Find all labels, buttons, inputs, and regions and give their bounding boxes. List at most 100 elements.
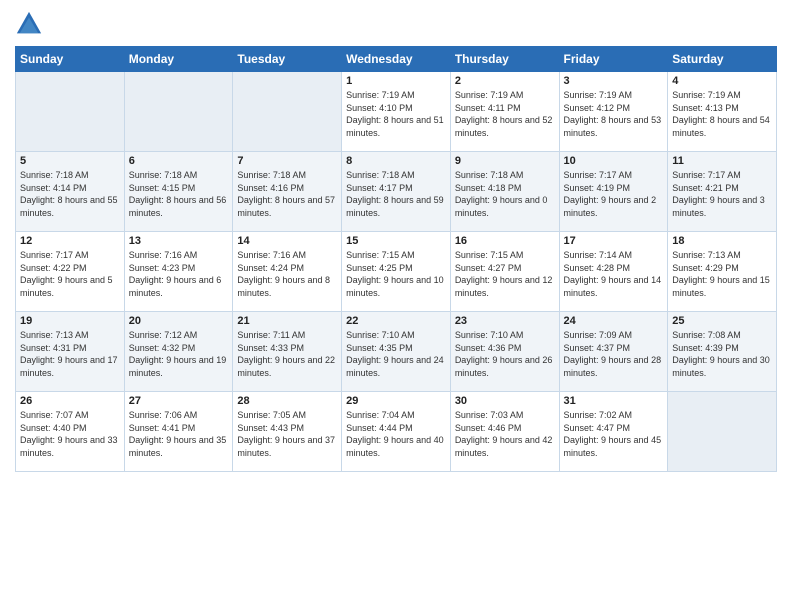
day-number: 2 xyxy=(455,75,555,87)
day-number: 1 xyxy=(346,75,446,87)
calendar-cell: 19 Sunrise: 7:13 AM Sunset: 4:31 PM Dayli… xyxy=(16,312,125,392)
day-number: 15 xyxy=(346,235,446,247)
calendar-cell xyxy=(124,72,233,152)
logo xyxy=(15,10,45,38)
day-number: 22 xyxy=(346,315,446,327)
day-header-sunday: Sunday xyxy=(16,47,125,72)
day-header-saturday: Saturday xyxy=(668,47,777,72)
day-number: 12 xyxy=(20,235,120,247)
day-number: 19 xyxy=(20,315,120,327)
cell-info: Sunrise: 7:04 AM Sunset: 4:44 PM Dayligh… xyxy=(346,409,446,459)
calendar-cell: 21 Sunrise: 7:11 AM Sunset: 4:33 PM Dayli… xyxy=(233,312,342,392)
cell-info: Sunrise: 7:11 AM Sunset: 4:33 PM Dayligh… xyxy=(237,329,337,379)
day-number: 31 xyxy=(564,395,664,407)
calendar-cell: 2 Sunrise: 7:19 AM Sunset: 4:11 PM Daylig… xyxy=(450,72,559,152)
cell-info: Sunrise: 7:12 AM Sunset: 4:32 PM Dayligh… xyxy=(129,329,229,379)
cell-info: Sunrise: 7:13 AM Sunset: 4:29 PM Dayligh… xyxy=(672,249,772,299)
calendar-cell: 30 Sunrise: 7:03 AM Sunset: 4:46 PM Dayli… xyxy=(450,392,559,472)
cell-info: Sunrise: 7:14 AM Sunset: 4:28 PM Dayligh… xyxy=(564,249,664,299)
day-number: 28 xyxy=(237,395,337,407)
day-number: 26 xyxy=(20,395,120,407)
calendar-cell xyxy=(668,392,777,472)
header-row: SundayMondayTuesdayWednesdayThursdayFrid… xyxy=(16,47,777,72)
calendar-cell: 27 Sunrise: 7:06 AM Sunset: 4:41 PM Dayli… xyxy=(124,392,233,472)
day-number: 27 xyxy=(129,395,229,407)
calendar-cell xyxy=(233,72,342,152)
day-number: 6 xyxy=(129,155,229,167)
cell-info: Sunrise: 7:15 AM Sunset: 4:27 PM Dayligh… xyxy=(455,249,555,299)
calendar-cell xyxy=(16,72,125,152)
page-container: SundayMondayTuesdayWednesdayThursdayFrid… xyxy=(0,0,792,482)
day-number: 5 xyxy=(20,155,120,167)
day-number: 20 xyxy=(129,315,229,327)
day-number: 21 xyxy=(237,315,337,327)
calendar-week-4: 19 Sunrise: 7:13 AM Sunset: 4:31 PM Dayli… xyxy=(16,312,777,392)
calendar-cell: 17 Sunrise: 7:14 AM Sunset: 4:28 PM Dayli… xyxy=(559,232,668,312)
day-number: 16 xyxy=(455,235,555,247)
day-number: 13 xyxy=(129,235,229,247)
cell-info: Sunrise: 7:17 AM Sunset: 4:22 PM Dayligh… xyxy=(20,249,120,299)
calendar-cell: 28 Sunrise: 7:05 AM Sunset: 4:43 PM Dayli… xyxy=(233,392,342,472)
calendar-cell: 23Sunrise: 7:10 AM Sunset: 4:36 PM Dayli… xyxy=(450,312,559,392)
calendar-cell: 16 Sunrise: 7:15 AM Sunset: 4:27 PM Dayli… xyxy=(450,232,559,312)
day-number: 9 xyxy=(455,155,555,167)
calendar-cell: 5Sunrise: 7:18 AM Sunset: 4:14 PM Daylig… xyxy=(16,152,125,232)
cell-info: Sunrise: 7:02 AM Sunset: 4:47 PM Dayligh… xyxy=(564,409,664,459)
calendar-cell: 29 Sunrise: 7:04 AM Sunset: 4:44 PM Dayli… xyxy=(342,392,451,472)
cell-info: Sunrise: 7:13 AM Sunset: 4:31 PM Dayligh… xyxy=(20,329,120,379)
calendar-cell: 12 Sunrise: 7:17 AM Sunset: 4:22 PM Dayli… xyxy=(16,232,125,312)
cell-info: Sunrise: 7:18 AM Sunset: 4:16 PM Dayligh… xyxy=(237,169,337,219)
day-number: 4 xyxy=(672,75,772,87)
day-number: 18 xyxy=(672,235,772,247)
cell-info: Sunrise: 7:03 AM Sunset: 4:46 PM Dayligh… xyxy=(455,409,555,459)
cell-info: Sunrise: 7:07 AM Sunset: 4:40 PM Dayligh… xyxy=(20,409,120,459)
calendar-cell: 8 Sunrise: 7:18 AM Sunset: 4:17 PM Daylig… xyxy=(342,152,451,232)
calendar-week-1: 1 Sunrise: 7:19 AM Sunset: 4:10 PM Daylig… xyxy=(16,72,777,152)
calendar-cell: 14 Sunrise: 7:16 AM Sunset: 4:24 PM Dayli… xyxy=(233,232,342,312)
calendar-cell: 24 Sunrise: 7:09 AM Sunset: 4:37 PM Dayli… xyxy=(559,312,668,392)
day-number: 29 xyxy=(346,395,446,407)
cell-info: Sunrise: 7:17 AM Sunset: 4:21 PM Dayligh… xyxy=(672,169,772,219)
cell-info: Sunrise: 7:15 AM Sunset: 4:25 PM Dayligh… xyxy=(346,249,446,299)
day-number: 30 xyxy=(455,395,555,407)
cell-info: Sunrise: 7:19 AM Sunset: 4:12 PM Dayligh… xyxy=(564,89,664,139)
cell-info: Sunrise: 7:19 AM Sunset: 4:11 PM Dayligh… xyxy=(455,89,555,139)
header xyxy=(15,10,777,38)
calendar-cell: 4 Sunrise: 7:19 AM Sunset: 4:13 PM Daylig… xyxy=(668,72,777,152)
day-number: 17 xyxy=(564,235,664,247)
calendar-cell: 26 Sunrise: 7:07 AM Sunset: 4:40 PM Dayli… xyxy=(16,392,125,472)
calendar-cell: 31 Sunrise: 7:02 AM Sunset: 4:47 PM Dayli… xyxy=(559,392,668,472)
day-number: 25 xyxy=(672,315,772,327)
calendar-cell: 15 Sunrise: 7:15 AM Sunset: 4:25 PM Dayli… xyxy=(342,232,451,312)
calendar-week-5: 26 Sunrise: 7:07 AM Sunset: 4:40 PM Dayli… xyxy=(16,392,777,472)
calendar-cell: 13Sunrise: 7:16 AM Sunset: 4:23 PM Dayli… xyxy=(124,232,233,312)
logo-icon xyxy=(15,10,43,38)
day-header-friday: Friday xyxy=(559,47,668,72)
calendar-cell: 11Sunrise: 7:17 AM Sunset: 4:21 PM Dayli… xyxy=(668,152,777,232)
calendar-cell: 9Sunrise: 7:18 AM Sunset: 4:18 PM Daylig… xyxy=(450,152,559,232)
day-number: 14 xyxy=(237,235,337,247)
cell-info: Sunrise: 7:17 AM Sunset: 4:19 PM Dayligh… xyxy=(564,169,664,219)
calendar-cell: 10 Sunrise: 7:17 AM Sunset: 4:19 PM Dayli… xyxy=(559,152,668,232)
cell-info: Sunrise: 7:16 AM Sunset: 4:24 PM Dayligh… xyxy=(237,249,337,299)
calendar-cell: 20 Sunrise: 7:12 AM Sunset: 4:32 PM Dayli… xyxy=(124,312,233,392)
calendar-cell: 1 Sunrise: 7:19 AM Sunset: 4:10 PM Daylig… xyxy=(342,72,451,152)
day-number: 24 xyxy=(564,315,664,327)
day-number: 23 xyxy=(455,315,555,327)
cell-info: Sunrise: 7:19 AM Sunset: 4:13 PM Dayligh… xyxy=(672,89,772,139)
cell-info: Sunrise: 7:18 AM Sunset: 4:17 PM Dayligh… xyxy=(346,169,446,219)
calendar-cell: 3 Sunrise: 7:19 AM Sunset: 4:12 PM Daylig… xyxy=(559,72,668,152)
day-header-monday: Monday xyxy=(124,47,233,72)
day-number: 10 xyxy=(564,155,664,167)
calendar-cell: 6Sunrise: 7:18 AM Sunset: 4:15 PM Daylig… xyxy=(124,152,233,232)
calendar-week-2: 5Sunrise: 7:18 AM Sunset: 4:14 PM Daylig… xyxy=(16,152,777,232)
cell-info: Sunrise: 7:06 AM Sunset: 4:41 PM Dayligh… xyxy=(129,409,229,459)
day-number: 8 xyxy=(346,155,446,167)
cell-info: Sunrise: 7:09 AM Sunset: 4:37 PM Dayligh… xyxy=(564,329,664,379)
day-number: 3 xyxy=(564,75,664,87)
cell-info: Sunrise: 7:19 AM Sunset: 4:10 PM Dayligh… xyxy=(346,89,446,139)
calendar-cell: 18 Sunrise: 7:13 AM Sunset: 4:29 PM Dayli… xyxy=(668,232,777,312)
cell-info: Sunrise: 7:05 AM Sunset: 4:43 PM Dayligh… xyxy=(237,409,337,459)
day-header-tuesday: Tuesday xyxy=(233,47,342,72)
day-header-thursday: Thursday xyxy=(450,47,559,72)
